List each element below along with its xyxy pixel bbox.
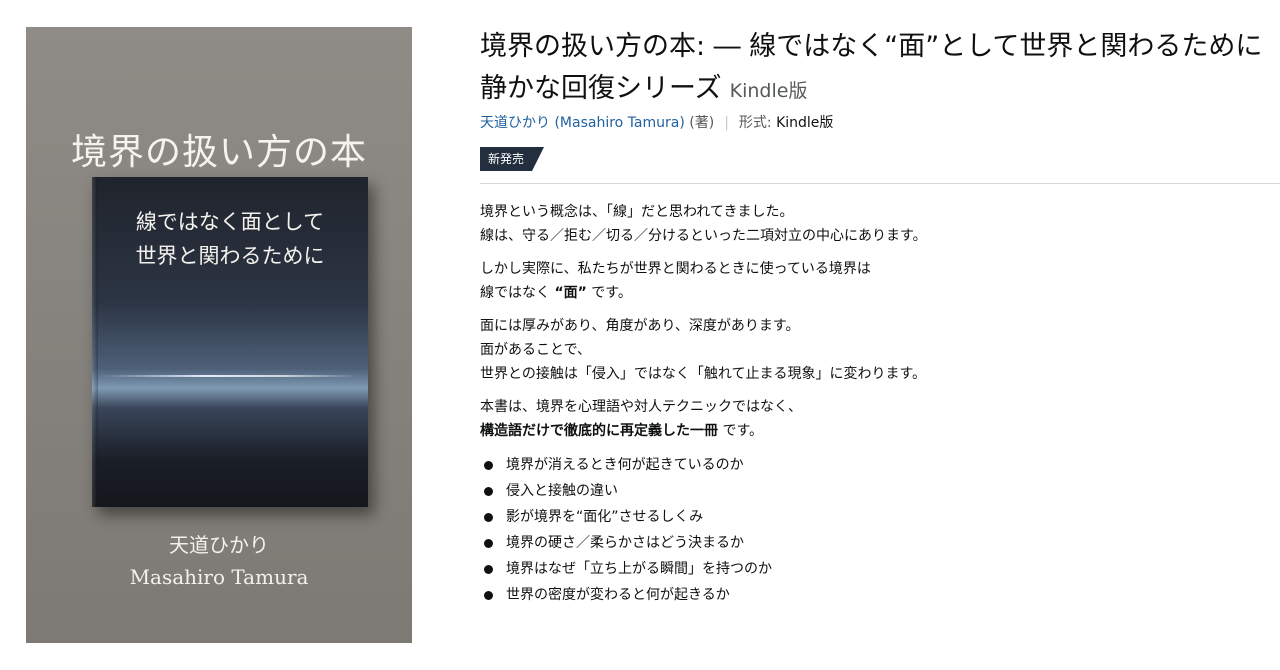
cover-author-ja: 天道ひかり [169, 533, 269, 557]
cover-horizon-glow [102, 375, 358, 377]
cover-book-illustration: 線ではなく面として 世界と関わるために [92, 177, 368, 507]
cover-author: 天道ひかり Masahiro Tamura [26, 529, 412, 593]
cover-subtitle-line: 世界と関わるために [135, 244, 325, 268]
byline: 天道ひかり (Masahiro Tamura) (著) | 形式: Kindle版 [480, 113, 1280, 133]
description-line: 世界との接触は「侵入」ではなく「触れて止まる現象」に変わります。 [480, 366, 927, 382]
cover-title: 境界の扱い方の本 [70, 132, 367, 173]
feature-list-item: 境界の硬さ／柔らかさはどう決まるか [480, 530, 1280, 556]
description-line: しかし実際に、私たちが世界と関わるときに使っている境界は [480, 261, 871, 277]
description-line: です。 [586, 285, 632, 301]
product-title: 境界の扱い方の本: ― 線ではなく“面”として世界と関わるために [480, 31, 1263, 62]
description-emphasis: 構造語だけで徹底的に再定義した一冊 [480, 423, 718, 439]
byline-separator: | [724, 115, 729, 131]
product-detail: 境界の扱い方の本: ― 線ではなく“面”として世界と関わるために 静かな回復シリ… [480, 28, 1280, 608]
format-label: 形式: [738, 115, 772, 131]
new-release-badge: 新発売 [480, 147, 544, 171]
description-line: 面があることで、 [480, 342, 592, 358]
product-title-series: 静かな回復シリーズ Kindle版 [480, 69, 1280, 111]
cover-subtitle: 線ではなく面として 世界と関わるために [92, 205, 368, 273]
divider [480, 183, 1280, 184]
author-role: (著) [689, 115, 715, 131]
feature-list-item: 侵入と接触の違い [480, 478, 1280, 504]
description-emphasis: “面” [554, 285, 587, 301]
description-paragraph: しかし実際に、私たちが世界と関わるときに使っている境界は 線ではなく “面” で… [480, 257, 1280, 305]
author-link[interactable]: 天道ひかり (Masahiro Tamura) [480, 115, 685, 131]
feature-list-item: 境界が消えるとき何が起きているのか [480, 452, 1280, 478]
feature-list-item: 世界の密度が変わると何が起きるか [480, 582, 1280, 608]
feature-list-item: 境界はなぜ「立ち上がる瞬間」を持つのか [480, 556, 1280, 582]
cover-subtitle-line: 線ではなく面として [135, 210, 325, 234]
description-line: 線ではなく [480, 285, 555, 301]
format-value: Kindle版 [776, 115, 834, 131]
book-description: 境界という概念は、「線」だと思われてきました。 線は、守る／拒む／切る／分けると… [480, 200, 1280, 608]
title-format: Kindle版 [729, 80, 808, 102]
description-line: 面には厚みがあり、角度があり、深度があります。 [480, 318, 800, 334]
description-line: 本書は、境界を心理語や対人テクニックではなく、 [480, 399, 802, 415]
series-name: 静かな回復シリーズ [480, 73, 722, 104]
cover-author-en: Masahiro Tamura [129, 565, 309, 589]
description-paragraph: 面には厚みがあり、角度があり、深度があります。 面があることで、 世界との接触は… [480, 314, 1280, 386]
feature-list: 境界が消えるとき何が起きているのか 侵入と接触の違い 影が境界を“面化”させるし… [480, 452, 1280, 608]
book-cover-image[interactable]: 境界の扱い方の本 線ではなく面として 世界と関わるために 天道ひかり Masah… [26, 27, 412, 643]
description-paragraph: 本書は、境界を心理語や対人テクニックではなく、 構造語だけで徹底的に再定義した一… [480, 395, 1280, 443]
description-line: 境界という概念は、「線」だと思われてきました。 [480, 204, 794, 220]
description-line: 線は、守る／拒む／切る／分けるといった二項対立の中心にあります。 [480, 228, 927, 244]
description-line: です。 [718, 423, 764, 439]
description-paragraph: 境界という概念は、「線」だと思われてきました。 線は、守る／拒む／切る／分けると… [480, 200, 1280, 248]
feature-list-item: 影が境界を“面化”させるしくみ [480, 504, 1280, 530]
